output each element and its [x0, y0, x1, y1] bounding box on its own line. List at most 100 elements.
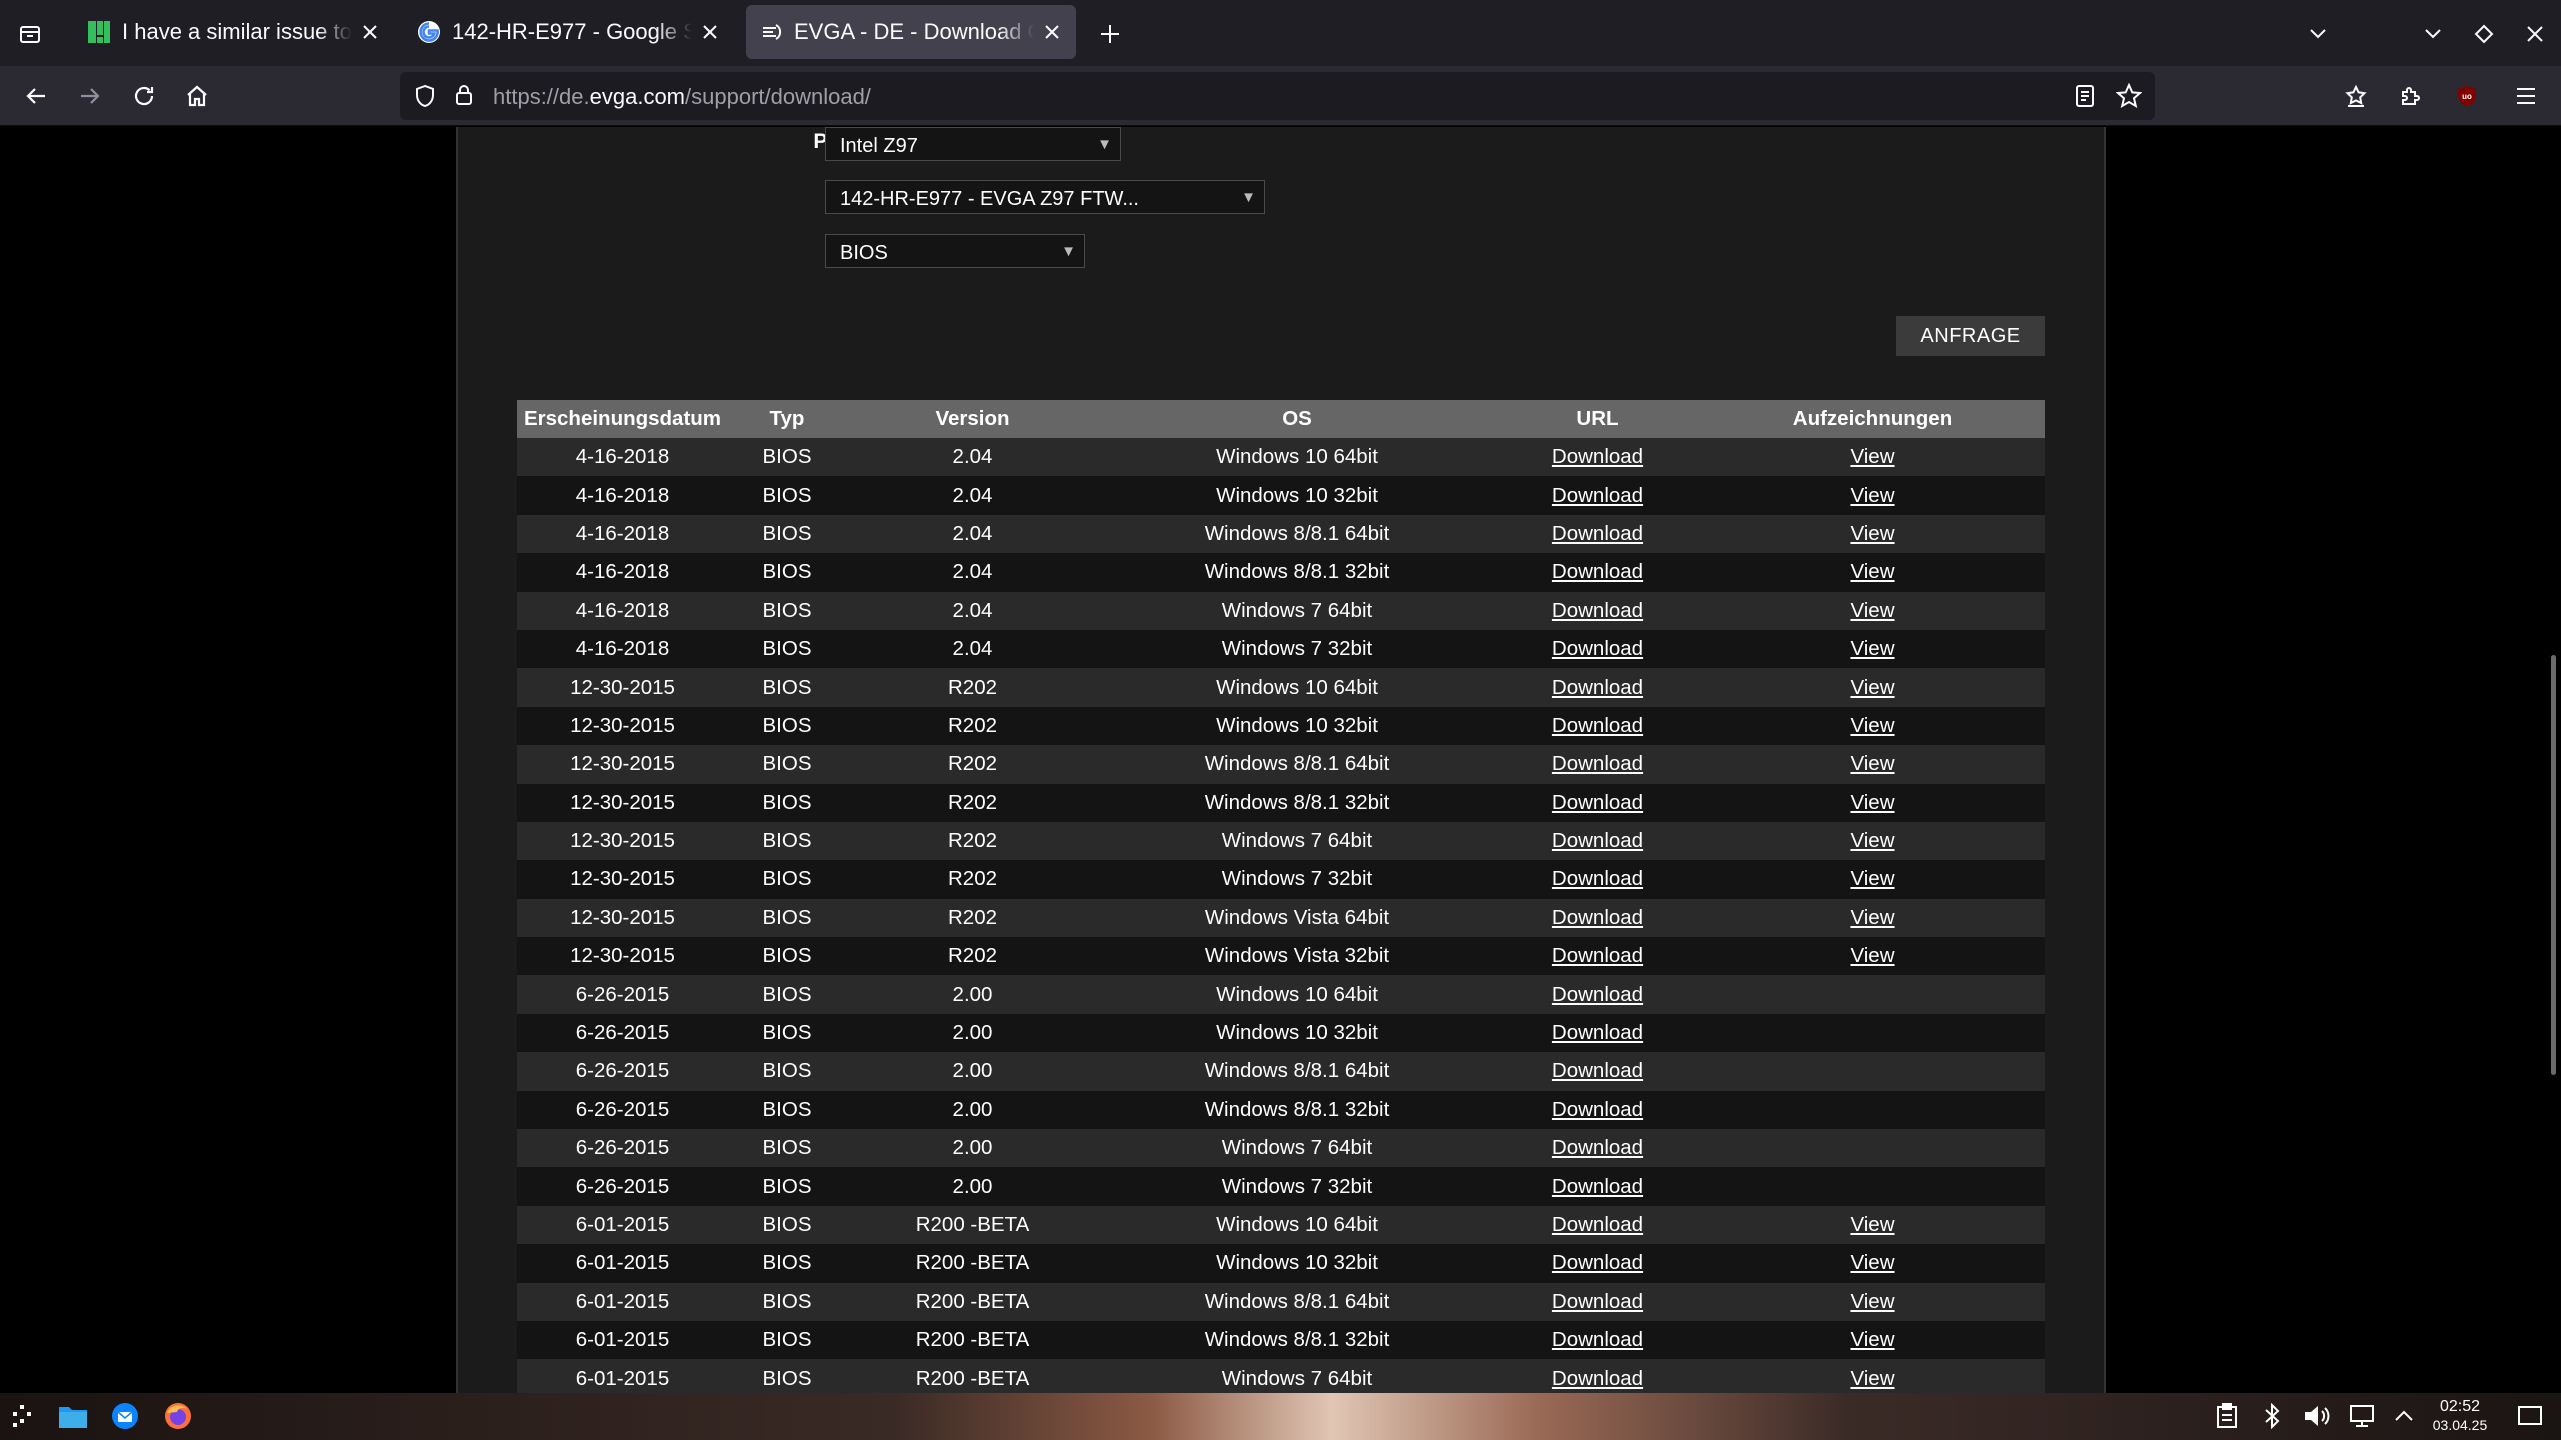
- view-notes-link[interactable]: View: [1850, 637, 1894, 660]
- column-header-version[interactable]: Version: [846, 400, 1099, 438]
- download-link[interactable]: Download: [1552, 1175, 1643, 1198]
- ublock-origin-button[interactable]: uo: [2447, 76, 2487, 116]
- url-text[interactable]: https://de.evga.com/support/download/: [493, 84, 871, 110]
- volume-button[interactable]: [2300, 1399, 2334, 1433]
- view-notes-link[interactable]: View: [1850, 484, 1894, 507]
- close-tab-icon[interactable]: [698, 20, 722, 44]
- window-close-button[interactable]: [2515, 14, 2555, 54]
- column-header-url[interactable]: URL: [1495, 400, 1700, 438]
- window-float-button[interactable]: [2464, 14, 2504, 54]
- download-link[interactable]: Download: [1552, 752, 1643, 775]
- cell-date: 12-30-2015: [517, 745, 728, 784]
- download-link[interactable]: Download: [1552, 791, 1643, 814]
- download-link[interactable]: Download: [1552, 676, 1643, 699]
- new-tab-button[interactable]: [1090, 14, 1130, 54]
- firefox-button[interactable]: [161, 1399, 195, 1433]
- download-link[interactable]: Download: [1552, 1251, 1643, 1274]
- folder-icon: [59, 1407, 87, 1428]
- download-link[interactable]: Download: [1552, 1367, 1643, 1390]
- anfrage-button[interactable]: ANFRAGE: [1896, 316, 2045, 356]
- extensions-button[interactable]: [2391, 76, 2431, 116]
- lock-icon[interactable]: [454, 83, 474, 112]
- network-button[interactable]: [2345, 1399, 2379, 1433]
- bookmark-star-icon[interactable]: [2115, 82, 2143, 114]
- view-notes-link[interactable]: View: [1850, 906, 1894, 929]
- reader-view-icon[interactable]: [2074, 84, 2096, 113]
- download-link[interactable]: Download: [1552, 829, 1643, 852]
- cell-type: BIOS: [728, 1205, 846, 1245]
- tab-manjaro-forum[interactable]: I have a similar issue to recent: [74, 5, 394, 59]
- download-link[interactable]: Download: [1552, 522, 1643, 545]
- close-tab-icon[interactable]: [358, 20, 382, 44]
- download-link[interactable]: Download: [1552, 714, 1643, 737]
- produktfamilie-select[interactable]: Intel Z97 ▼: [825, 127, 1121, 161]
- download-link[interactable]: Download: [1552, 1059, 1643, 1082]
- view-notes-link[interactable]: View: [1850, 1367, 1894, 1390]
- reload-button[interactable]: [124, 76, 164, 116]
- teilenummer-select[interactable]: 142-HR-E977 - EVGA Z97 FTW... ▼: [825, 180, 1265, 214]
- cell-version: R202: [846, 783, 1099, 822]
- download-link[interactable]: Download: [1552, 1213, 1643, 1236]
- table-row: 4-16-2018 BIOS 2.04 Windows 7 32bit Download…: [517, 629, 2045, 669]
- download-link[interactable]: Download: [1552, 983, 1643, 1006]
- view-notes-link[interactable]: View: [1850, 522, 1894, 545]
- column-header-notes[interactable]: Aufzeichnungen: [1700, 400, 2045, 438]
- view-notes-link[interactable]: View: [1850, 599, 1894, 622]
- table-row: 12-30-2015 BIOS R202 Windows 7 32bit Downloa…: [517, 860, 2045, 899]
- download-link[interactable]: Download: [1552, 599, 1643, 622]
- download-link[interactable]: Download: [1552, 867, 1643, 890]
- back-button[interactable]: [16, 76, 56, 116]
- download-link[interactable]: Download: [1552, 1021, 1643, 1044]
- list-all-tabs-button[interactable]: [2298, 14, 2338, 54]
- system-tray-expand-button[interactable]: [2387, 1399, 2421, 1433]
- window-menu-button[interactable]: [2413, 14, 2453, 54]
- home-button[interactable]: [177, 76, 217, 116]
- download-link[interactable]: Download: [1552, 1328, 1643, 1351]
- download-link[interactable]: Download: [1552, 944, 1643, 967]
- view-notes-link[interactable]: View: [1850, 445, 1894, 468]
- tab-evga-download-center[interactable]: EVGA - DE - Download Center: [746, 5, 1076, 59]
- show-desktop-button[interactable]: [2513, 1399, 2547, 1433]
- tab-google-search[interactable]: 142-HR-E977 - Google Suche: [404, 5, 734, 59]
- view-notes-link[interactable]: View: [1850, 1251, 1894, 1274]
- shield-icon[interactable]: [414, 84, 436, 113]
- cell-type: BIOS: [728, 1282, 846, 1321]
- firefox-view-button[interactable]: [10, 14, 50, 54]
- download-link[interactable]: Download: [1552, 637, 1643, 660]
- view-notes-link[interactable]: View: [1850, 676, 1894, 699]
- column-header-date[interactable]: Erscheinungsdatum: [517, 400, 728, 438]
- pocket-button[interactable]: [2336, 76, 2376, 116]
- view-notes-link[interactable]: View: [1850, 1328, 1894, 1351]
- view-notes-link[interactable]: View: [1850, 714, 1894, 737]
- view-notes-link[interactable]: View: [1850, 560, 1894, 583]
- typ-select[interactable]: BIOS ▼: [825, 234, 1085, 268]
- download-link[interactable]: Download: [1552, 560, 1643, 583]
- view-notes-link[interactable]: View: [1850, 1213, 1894, 1236]
- download-link[interactable]: Download: [1552, 1136, 1643, 1159]
- scrollbar-thumb[interactable]: [2551, 655, 2556, 1075]
- view-notes-link[interactable]: View: [1850, 944, 1894, 967]
- forward-button[interactable]: [70, 76, 110, 116]
- url-bar[interactable]: https://de.evga.com/support/download/: [400, 72, 2155, 120]
- download-link[interactable]: Download: [1552, 906, 1643, 929]
- download-link[interactable]: Download: [1552, 445, 1643, 468]
- thunderbird-button[interactable]: [108, 1399, 142, 1433]
- cell-os: Windows 7 32bit: [1099, 629, 1495, 669]
- application-launcher-button[interactable]: [5, 1399, 39, 1433]
- clock[interactable]: 02:52 03.04.25: [2420, 1398, 2500, 1434]
- download-link[interactable]: Download: [1552, 484, 1643, 507]
- file-manager-button[interactable]: [56, 1399, 90, 1433]
- close-tab-icon[interactable]: [1040, 20, 1064, 44]
- app-menu-button[interactable]: [2506, 76, 2546, 116]
- column-header-type[interactable]: Typ: [728, 400, 846, 438]
- view-notes-link[interactable]: View: [1850, 829, 1894, 852]
- bluetooth-button[interactable]: [2255, 1399, 2289, 1433]
- view-notes-link[interactable]: View: [1850, 752, 1894, 775]
- clipboard-button[interactable]: [2210, 1399, 2244, 1433]
- column-header-os[interactable]: OS: [1099, 400, 1495, 438]
- download-link[interactable]: Download: [1552, 1290, 1643, 1313]
- view-notes-link[interactable]: View: [1850, 1290, 1894, 1313]
- view-notes-link[interactable]: View: [1850, 791, 1894, 814]
- view-notes-link[interactable]: View: [1850, 867, 1894, 890]
- download-link[interactable]: Download: [1552, 1098, 1643, 1121]
